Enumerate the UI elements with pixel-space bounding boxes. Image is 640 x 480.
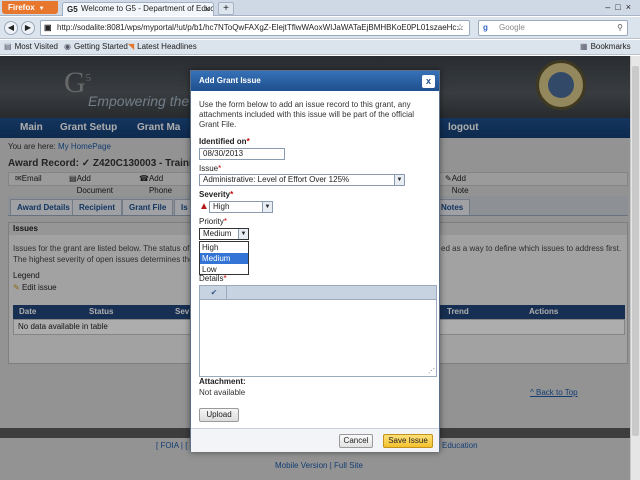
dialog-intro-text: Use the form below to add an issue recor… [199, 100, 415, 129]
firefox-menu-button[interactable]: Firefox ▼ [2, 1, 58, 14]
g5-favicon-icon: G5 [67, 5, 78, 14]
search-input[interactable]: g Google ⚲ [478, 20, 628, 36]
priority-label: Priority* [199, 217, 227, 226]
bookmarks-menu[interactable]: ▦ Bookmarks [580, 40, 631, 54]
bookmark-star-icon[interactable]: ☆ [456, 20, 464, 34]
search-placeholder: Google [499, 23, 525, 32]
identified-on-label-text: Identified on [199, 137, 247, 146]
chevron-down-icon[interactable]: ▼ [238, 229, 248, 239]
issue-label-text: Issue [199, 164, 219, 173]
bookmark-folder-icon: ▤ [4, 42, 12, 51]
bookmarks-list-icon: ▦ [580, 42, 588, 51]
issue-select[interactable]: Administrative: Level of Effort Over 125… [199, 174, 405, 186]
url-text: http://sodalite:8081/wps/myportal/!ut/p/… [57, 23, 464, 32]
required-marker: * [218, 164, 222, 173]
attachment-label: Attachment: [199, 377, 246, 386]
details-label: Details* [199, 274, 227, 283]
url-bar[interactable]: ▣ http://sodalite:8081/wps/myportal/!ut/… [40, 20, 470, 36]
scrollbar-thumb[interactable] [632, 66, 639, 436]
save-issue-button[interactable]: Save Issue [383, 434, 433, 448]
page-scrollbar[interactable] [630, 56, 640, 480]
bookmark-most-visited[interactable]: ▤ Most Visited [4, 40, 58, 54]
required-marker: * [246, 137, 250, 146]
new-tab-button[interactable]: + [218, 2, 234, 15]
browser-tab-bar: Firefox ▼ G5 Welcome to G5 - Department o… [0, 0, 640, 16]
identified-on-date-field[interactable]: 08/30/2013 [199, 148, 285, 160]
firefox-menu-label: Firefox [8, 3, 35, 12]
bookmark-label: Most Visited [14, 42, 58, 51]
spellcheck-icon[interactable]: ✔ [206, 288, 222, 298]
chevron-down-icon[interactable]: ▼ [262, 202, 272, 212]
bookmark-getting-started[interactable]: ◉ Getting Started [64, 40, 128, 54]
resize-handle-icon[interactable]: ⋰ [428, 367, 435, 375]
forward-arrow-icon[interactable]: ▶ [21, 21, 35, 35]
add-grant-issue-dialog: Add Grant Issue x Use the form below to … [190, 70, 440, 452]
bookmarks-menu-label: Bookmarks [590, 42, 631, 51]
identified-on-label: Identified on* [199, 137, 250, 146]
severity-select-value: High [213, 202, 230, 211]
priority-select[interactable]: Medium ▼ [199, 228, 249, 240]
severity-label: Severity* [199, 190, 233, 199]
window-controls[interactable]: –□× [605, 2, 636, 12]
browser-tab-title: Welcome to G5 - Department of Educati... [81, 4, 214, 13]
issue-label: Issue* [199, 164, 221, 173]
priority-dropdown-list: High Medium Low [199, 241, 249, 275]
upload-button[interactable]: Upload [199, 408, 239, 422]
site-identity-icon: ▣ [44, 23, 52, 32]
priority-option-high[interactable]: High [200, 242, 248, 253]
browser-tab[interactable]: G5 Welcome to G5 - Department of Educati… [62, 2, 214, 16]
priority-option-medium[interactable]: Medium [200, 253, 248, 264]
attachment-value: Not available [199, 388, 246, 397]
details-label-text: Details [199, 274, 224, 283]
priority-label-text: Priority [199, 217, 224, 226]
editor-toolbar: ✔ [200, 286, 436, 300]
required-marker: * [230, 190, 234, 199]
bookmark-latest-headlines[interactable]: ◥ Latest Headlines [128, 40, 197, 54]
google-search-engine-icon: g [483, 23, 488, 32]
chevron-down-icon[interactable]: ▼ [394, 175, 404, 185]
severity-label-text: Severity [199, 190, 231, 199]
required-marker: * [223, 217, 228, 226]
close-tab-icon[interactable]: × [205, 3, 210, 15]
cancel-button[interactable]: Cancel [339, 434, 373, 448]
dialog-title: Add Grant Issue [191, 71, 439, 91]
toolbar-separator [226, 286, 227, 300]
bookmark-label: Getting Started [73, 42, 128, 51]
close-icon[interactable]: x [422, 75, 435, 88]
dialog-footer: Cancel Save Issue [191, 428, 439, 452]
browser-nav-bar: ◀ ▶ ▣ http://sodalite:8081/wps/myportal/… [0, 17, 640, 39]
issue-select-value: Administrative: Level of Effort Over 125… [203, 175, 350, 184]
rss-icon: ◥ [128, 42, 135, 51]
bookmarks-toolbar: ▤ Most Visited ◉ Getting Started ◥ Latest H… [0, 40, 640, 55]
chevron-down-icon: ▼ [38, 6, 45, 12]
severity-select[interactable]: High ▼ [209, 201, 273, 213]
priority-select-value: Medium [203, 229, 232, 238]
search-icon[interactable]: ⚲ [617, 21, 623, 35]
firefox-icon: ◉ [64, 42, 71, 51]
back-arrow-icon[interactable]: ◀ [4, 21, 18, 35]
required-marker: * [223, 274, 227, 283]
details-editor[interactable]: ✔ ⋰ [199, 285, 437, 377]
bookmark-label: Latest Headlines [137, 42, 197, 51]
warning-triangle-icon: ▲ [199, 201, 209, 212]
